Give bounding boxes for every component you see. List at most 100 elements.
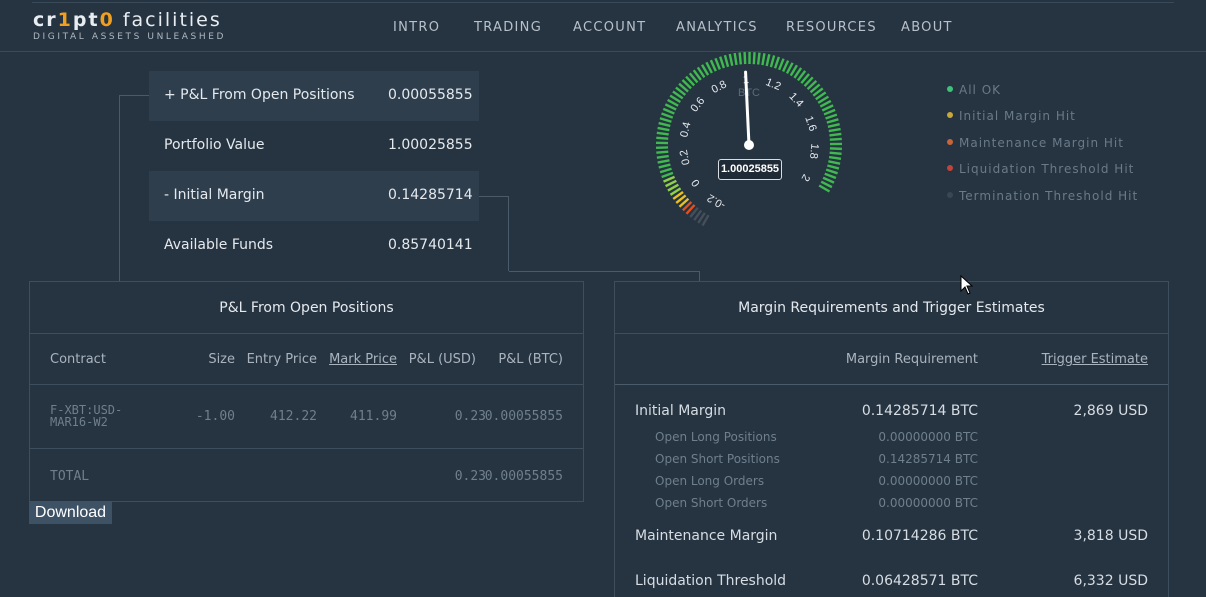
nav-analytics[interactable]: ANALYTICS (676, 20, 758, 35)
gauge-tick-label: 1.4 (786, 90, 805, 109)
total-pnl-btc: 0.00055855 (484, 469, 563, 484)
gauge-tick (828, 160, 841, 165)
divider (615, 384, 1168, 385)
contract-line: MAR16-W2 (50, 415, 108, 429)
col-pnl-btc: P&L (BTC) (498, 352, 563, 367)
gauge-tick (828, 127, 841, 133)
gauge-tick (662, 107, 675, 115)
gauge-tick (825, 168, 838, 175)
col-trigger-estimate[interactable]: Trigger Estimate (1042, 352, 1148, 367)
gauge-tick-label: 0.4 (678, 121, 693, 139)
maintenance-margin-trigger: 3,818 USD (1073, 528, 1148, 544)
gauge-tick (738, 52, 743, 65)
gauge-tick-label: 0.2 (678, 149, 693, 166)
gauge-tick (656, 131, 669, 136)
breakdown-value: 0.14285714 BTC (878, 452, 978, 466)
gauge-tick (719, 56, 726, 69)
gauge-tick (829, 151, 842, 156)
gauge-tick (827, 164, 840, 170)
legend-initial-margin-hit: Initial Margin Hit (947, 109, 1076, 123)
gauge-tick (661, 112, 674, 119)
gauge-tick (765, 53, 771, 67)
breakdown-value: 0.00000000 BTC (878, 430, 978, 444)
summary-label: + P&L From Open Positions (164, 87, 355, 103)
download-button[interactable]: Download (29, 501, 112, 524)
logo-wordmark: cr1pt0 facilities (33, 9, 226, 31)
legend-all-ok: All OK (947, 83, 1001, 97)
divider (615, 333, 1168, 334)
initial-margin-label: Initial Margin (635, 403, 727, 419)
divider (30, 384, 583, 385)
maintenance-margin-requirement: 0.10714286 BTC (861, 528, 978, 544)
summary-row-initial-margin: - Initial Margin 0.14285714 (149, 171, 479, 221)
legend-label: Initial Margin Hit (959, 109, 1076, 123)
gauge-tick (743, 52, 747, 65)
nav-intro[interactable]: INTRO (393, 20, 440, 35)
gauge-tick-label: 0 (689, 177, 702, 189)
gauge-tick (728, 53, 734, 66)
logo-part: 1 (57, 9, 73, 31)
gauge-tick (773, 56, 781, 69)
breakdown-value: 0.00000000 BTC (878, 496, 978, 510)
gauge-tick-label: 1.2 (764, 76, 783, 93)
summary-value: 1.00025855 (388, 137, 473, 153)
legend-termination-threshold-hit: Termination Threshold Hit (947, 189, 1138, 203)
gauge-tick-label: 0.6 (688, 95, 707, 114)
gauge-tick (661, 171, 674, 179)
legend-label: Termination Threshold Hit (959, 189, 1139, 203)
summary-connector-left (119, 95, 149, 281)
summary-row-available-funds: Available Funds 0.85740141 (149, 221, 479, 271)
breakdown-label: Open Short Positions (655, 452, 780, 466)
legend-maintenance-margin-hit: Maintenance Margin Hit (947, 136, 1124, 150)
cell-size: -1.00 (195, 409, 235, 424)
gauge-tick (824, 172, 837, 180)
gauge-tick (658, 163, 671, 169)
total-pnl-usd: 0.23 (454, 469, 486, 484)
legend-label: Maintenance Margin Hit (959, 136, 1124, 150)
summary-value: 0.14285714 (388, 187, 473, 203)
nav-trading[interactable]: TRADING (474, 20, 542, 35)
gauge-tick (657, 159, 670, 164)
gauge-tick (656, 154, 669, 159)
initial-margin-requirement: 0.14285714 BTC (861, 403, 978, 419)
gauge-tick (752, 52, 756, 65)
gauge-tick (777, 58, 785, 71)
gauge-tick (829, 137, 842, 141)
status-dot-icon (947, 86, 953, 92)
status-dot-icon (947, 165, 953, 171)
gauge-tick-label: 1.8 (807, 143, 820, 159)
breakdown-label: Open Long Orders (655, 474, 765, 488)
gauge-tick (709, 59, 717, 72)
site-logo[interactable]: cr1pt0 facilities DIGITAL ASSETS UNLEASH… (33, 9, 226, 42)
col-contract: Contract (50, 352, 106, 367)
gauge-tick (825, 113, 838, 120)
gauge-tick (664, 103, 677, 111)
col-pnl-usd: P&L (USD) (408, 352, 476, 367)
nav-about[interactable]: ABOUT (901, 20, 953, 35)
nav-account[interactable]: ACCOUNT (573, 20, 646, 35)
gauge-tick (823, 108, 836, 116)
cell-pnl-btc: 0.00055855 (484, 409, 563, 424)
col-mark-price[interactable]: Mark Price (329, 352, 397, 367)
col-size: Size (208, 352, 235, 367)
pnl-panel: P&L From Open Positions Contract Size En… (29, 281, 584, 502)
legend-label: All OK (959, 83, 1002, 97)
gauge-tick (659, 117, 672, 123)
summary-connector-right-a (479, 196, 509, 271)
breakdown-label: Open Short Orders (655, 496, 768, 510)
summary-value: 0.00055855 (388, 87, 473, 103)
mouse-cursor-icon (960, 275, 974, 295)
gauge-tick-label: 1.6 (802, 115, 818, 133)
liquidation-threshold-trigger: 6,332 USD (1073, 573, 1148, 589)
summary-label: - Initial Margin (164, 187, 265, 203)
status-dot-icon (947, 192, 953, 198)
gauge-tick (827, 122, 840, 129)
gauge-tick (659, 167, 672, 174)
gauge-tick (769, 55, 776, 68)
col-margin-requirement: Margin Requirement (845, 352, 978, 367)
col-entry-price: Entry Price (246, 352, 317, 367)
pnl-panel-title: P&L From Open Positions (219, 300, 394, 316)
gauge-tick (822, 176, 835, 184)
nav-resources[interactable]: RESOURCES (786, 20, 877, 35)
margin-panel: Margin Requirements and Trigger Estimate… (614, 281, 1169, 597)
